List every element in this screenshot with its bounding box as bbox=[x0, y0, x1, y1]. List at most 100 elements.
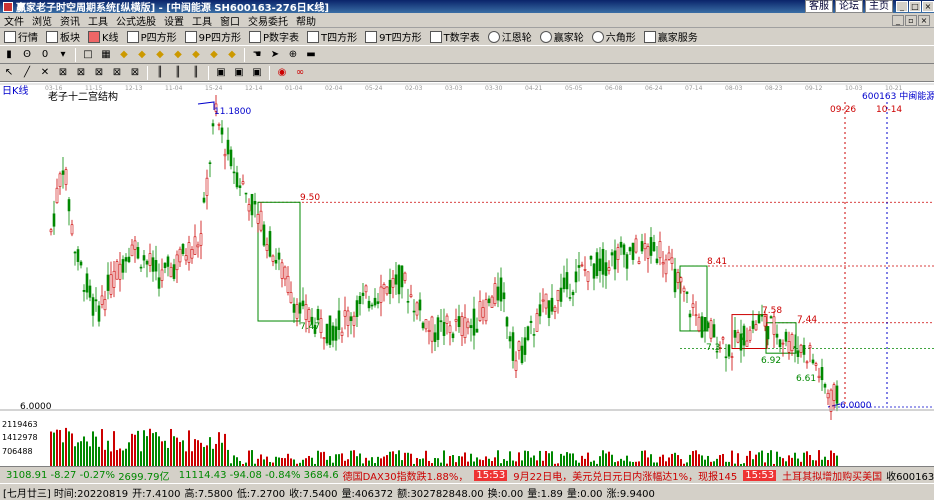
candle-body bbox=[757, 314, 761, 324]
minimize-button[interactable]: _ bbox=[896, 1, 908, 12]
tb-sector[interactable]: 板块 bbox=[42, 29, 84, 44]
chart-type-icon[interactable]: ▮ bbox=[1, 48, 17, 62]
tb-t-number[interactable]: T数字表 bbox=[426, 29, 484, 44]
volume-bar bbox=[830, 450, 832, 466]
cursor-icon[interactable]: ↖ bbox=[1, 66, 17, 80]
diamond3-icon[interactable]: ◆ bbox=[152, 48, 168, 62]
menu-tools2[interactable]: 工具 bbox=[188, 13, 216, 28]
zero-icon[interactable]: 0 bbox=[37, 48, 53, 62]
candle-body bbox=[826, 392, 830, 399]
vol-label-2: 1412978 bbox=[2, 433, 38, 442]
arrow-icon[interactable]: ➤ bbox=[267, 48, 283, 62]
volume-bar bbox=[641, 450, 643, 466]
col3-icon[interactable]: ║ bbox=[188, 66, 204, 80]
menu-help[interactable]: 帮助 bbox=[292, 13, 320, 28]
volume-bar bbox=[422, 458, 424, 466]
volume-bar bbox=[131, 433, 133, 466]
line-icon[interactable]: ╱ bbox=[19, 66, 35, 80]
menu-formula[interactable]: 公式选股 bbox=[112, 13, 160, 28]
tb-quotes[interactable]: 行情 bbox=[0, 29, 42, 44]
volume-bar bbox=[716, 458, 718, 466]
tb-t-square[interactable]: T四方形 bbox=[303, 29, 361, 44]
right-status[interactable]: 收600163分笔 bbox=[886, 468, 934, 483]
volume-bar bbox=[62, 442, 64, 466]
xbox4-icon[interactable]: ⊠ bbox=[109, 66, 125, 80]
candle-body bbox=[454, 319, 458, 322]
news-ticker[interactable]: 德国DAX30指数跌1.88%， bbox=[339, 468, 473, 483]
maximize-button[interactable]: □ bbox=[909, 1, 921, 12]
volume-bar bbox=[671, 453, 673, 466]
volume-bar bbox=[707, 455, 709, 466]
tb-service[interactable]: 赢家服务 bbox=[640, 29, 702, 44]
volume-bar bbox=[524, 450, 526, 466]
volume-bar bbox=[260, 454, 262, 466]
col2-icon[interactable]: ║ bbox=[170, 66, 186, 80]
candle-body bbox=[262, 224, 266, 246]
volume-bar bbox=[227, 449, 229, 466]
diamond2-icon[interactable]: ◆ bbox=[134, 48, 150, 62]
menu-settings[interactable]: 设置 bbox=[160, 13, 188, 28]
xbox-icon[interactable]: ⊠ bbox=[55, 66, 71, 80]
menu-file[interactable]: 文件 bbox=[0, 13, 28, 28]
candle-body bbox=[811, 359, 815, 364]
shape-icon[interactable]: ʘ bbox=[19, 48, 35, 62]
kline-chart[interactable]: 日K线 老子十二宫结构 600163 中闽能源 09-26 10-14 03-1… bbox=[0, 82, 934, 466]
xbox3-icon[interactable]: ⊠ bbox=[91, 66, 107, 80]
menu-tools[interactable]: 工具 bbox=[84, 13, 112, 28]
xbox2-icon[interactable]: ⊠ bbox=[73, 66, 89, 80]
link-home[interactable]: 主页 bbox=[865, 0, 893, 13]
tb-p-number[interactable]: P数字表 bbox=[245, 29, 303, 44]
tb-p-square[interactable]: P四方形 bbox=[123, 29, 181, 44]
candle-body bbox=[520, 345, 524, 364]
candle-body bbox=[448, 325, 452, 334]
mdi-restore-button[interactable]: ▫ bbox=[905, 14, 917, 26]
tb-hexagon[interactable]: 六角形 bbox=[588, 29, 640, 44]
menu-browse[interactable]: 浏览 bbox=[28, 13, 56, 28]
mdi-minimize-button[interactable]: _ bbox=[892, 14, 904, 26]
zoom-icon[interactable]: ⊕ bbox=[285, 48, 301, 62]
box-icon[interactable]: □ bbox=[80, 48, 96, 62]
candle-body bbox=[712, 324, 716, 338]
tb-kline[interactable]: K线 bbox=[84, 29, 123, 44]
news-1[interactable]: 9月22日电，美元兑日元日内涨幅达1%，现报145 bbox=[509, 468, 741, 483]
diamond7-icon[interactable]: ◆ bbox=[224, 48, 240, 62]
news-2[interactable]: 土耳其拟增加购买美国 bbox=[778, 468, 886, 483]
infinity-icon[interactable]: ∞ bbox=[292, 66, 308, 80]
fill3-icon[interactable]: ▣ bbox=[249, 66, 265, 80]
candle-body bbox=[226, 139, 230, 155]
volume-bar bbox=[719, 455, 721, 466]
grid2-icon[interactable]: ▦ bbox=[98, 48, 114, 62]
chart-pane[interactable]: 日K线 老子十二宫结构 600163 中闽能源 09-26 10-14 03-1… bbox=[0, 82, 934, 466]
info-amt: 额:302782848.00 bbox=[397, 488, 484, 500]
mdi-close-button[interactable]: × bbox=[918, 14, 930, 26]
tb-gann-wheel[interactable]: 江恩轮 bbox=[484, 29, 536, 44]
diamond4-icon[interactable]: ◆ bbox=[170, 48, 186, 62]
ruler-icon[interactable]: ▬ bbox=[303, 48, 319, 62]
color-wheel-icon[interactable]: ◉ bbox=[274, 66, 290, 80]
col-icon[interactable]: ║ bbox=[152, 66, 168, 80]
tb-winner-wheel[interactable]: 赢家轮 bbox=[536, 29, 588, 44]
dropdown-icon[interactable]: ▾ bbox=[55, 48, 71, 62]
candle-body bbox=[412, 310, 416, 313]
candle-body bbox=[328, 315, 332, 345]
diamond6-icon[interactable]: ◆ bbox=[206, 48, 222, 62]
diamond-icon[interactable]: ◆ bbox=[116, 48, 132, 62]
link-service[interactable]: 客服 bbox=[805, 0, 833, 13]
cross-icon[interactable]: ✕ bbox=[37, 66, 53, 80]
fill2-icon[interactable]: ▣ bbox=[231, 66, 247, 80]
xbox5-icon[interactable]: ⊠ bbox=[127, 66, 143, 80]
candle-body bbox=[271, 255, 275, 262]
menu-window[interactable]: 窗口 bbox=[216, 13, 244, 28]
fill-icon[interactable]: ▣ bbox=[213, 66, 229, 80]
hand-icon[interactable]: ☚ bbox=[249, 48, 265, 62]
close-button[interactable]: × bbox=[922, 1, 934, 12]
tb-9p-square[interactable]: 9P四方形 bbox=[181, 29, 245, 44]
candle-body bbox=[130, 244, 134, 257]
tb-9t-square[interactable]: 9T四方形 bbox=[361, 29, 425, 44]
volume-bar bbox=[356, 456, 358, 466]
menu-trade[interactable]: 交易委托 bbox=[244, 13, 292, 28]
menu-info[interactable]: 资讯 bbox=[56, 13, 84, 28]
volume-bar bbox=[836, 455, 838, 466]
diamond5-icon[interactable]: ◆ bbox=[188, 48, 204, 62]
link-forum[interactable]: 论坛 bbox=[835, 0, 863, 13]
